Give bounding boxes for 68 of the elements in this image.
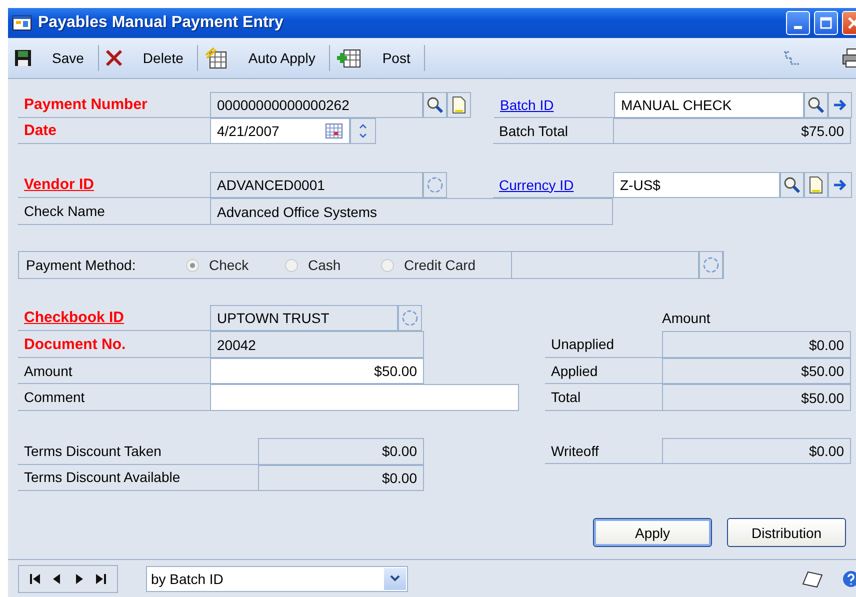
- close-icon: [104, 49, 123, 67]
- maximize-button[interactable]: [814, 11, 838, 35]
- input-field[interactable]: MANUAL CHECK: [614, 92, 804, 118]
- note-icon[interactable]: [804, 172, 828, 198]
- field-link[interactable]: Batch ID: [500, 96, 554, 112]
- window-title: Payables Manual Payment Entry: [38, 14, 284, 32]
- note-icon[interactable]: [447, 92, 471, 118]
- maximize-icon: [820, 17, 832, 29]
- value-field: 00000000000000262: [210, 92, 423, 118]
- value-field: UPTOWN TRUST: [210, 305, 398, 331]
- first-record-icon[interactable]: [29, 572, 41, 584]
- value-field: $50.00: [662, 358, 851, 384]
- field-link[interactable]: Currency ID: [499, 176, 574, 192]
- value-field: $50.00: [662, 384, 851, 411]
- action-button[interactable]: Distribution: [727, 518, 846, 547]
- value-field: Advanced Office Systems: [210, 198, 613, 225]
- group-label: Payment Method:: [26, 257, 137, 273]
- radio-button[interactable]: Credit Card: [381, 257, 511, 273]
- field-label: Total: [551, 389, 581, 405]
- calendar-icon[interactable]: [325, 123, 343, 139]
- input-field[interactable]: $50.00: [210, 358, 424, 384]
- field-label: Applied: [551, 362, 598, 378]
- sort-dropdown[interactable]: by Batch ID: [146, 566, 408, 592]
- window-icon: [12, 15, 32, 31]
- search-icon[interactable]: [804, 92, 828, 118]
- radio-button[interactable]: Cash: [285, 257, 381, 273]
- grid-icon: [204, 47, 228, 69]
- value-field: $0.00: [662, 331, 851, 358]
- field-label: Document No.: [24, 336, 126, 352]
- value-field: $75.00: [613, 118, 851, 144]
- toolbar-button[interactable]: Delete: [102, 44, 194, 72]
- action-button[interactable]: Apply: [593, 518, 712, 547]
- value-field: $0.00: [258, 438, 424, 464]
- value-field: $0.00: [258, 464, 424, 491]
- field-label: Check Name: [24, 203, 105, 219]
- toolbar-button[interactable]: Save: [12, 44, 94, 72]
- field-label: Batch Total: [499, 122, 568, 138]
- field-label: Terms Discount Available: [24, 469, 180, 486]
- previous-record-icon[interactable]: [51, 572, 63, 584]
- add-grid-icon: [336, 47, 362, 69]
- field-label: Unapplied: [551, 336, 614, 352]
- note-icon[interactable]: [802, 570, 824, 588]
- next-record-icon[interactable]: [73, 572, 85, 584]
- column-header: Amount: [662, 309, 710, 328]
- chevron-icon: [389, 574, 401, 584]
- hierarchy-icon[interactable]: [782, 50, 802, 66]
- field-label: Amount: [24, 362, 72, 378]
- input-field[interactable]: Z-US$: [613, 172, 780, 198]
- radio-button[interactable]: Check: [186, 257, 285, 273]
- field-label: Comment: [24, 389, 85, 405]
- value-field: ADVANCED0001: [210, 172, 423, 198]
- field-label: Writeoff: [551, 442, 599, 458]
- search-icon[interactable]: [780, 172, 804, 198]
- input-field[interactable]: 4/21/2007: [210, 118, 350, 144]
- value-field: 20042: [210, 331, 424, 358]
- help-icon[interactable]: [842, 570, 856, 588]
- search-icon[interactable]: [423, 92, 447, 118]
- spinner-icon[interactable]: [350, 118, 376, 144]
- minimize-icon: [794, 26, 802, 28]
- field-label: Date: [24, 122, 57, 139]
- field-label: Terms Discount Taken: [24, 442, 162, 459]
- toolbar-button[interactable]: Auto Apply: [202, 44, 326, 72]
- minimize-button[interactable]: [786, 11, 810, 35]
- toolbar-button[interactable]: Post: [334, 44, 420, 72]
- field-label: Payment Number: [24, 96, 148, 113]
- input-field[interactable]: [210, 384, 519, 411]
- last-record-icon[interactable]: [95, 572, 107, 584]
- value-field: $0.00: [662, 438, 851, 464]
